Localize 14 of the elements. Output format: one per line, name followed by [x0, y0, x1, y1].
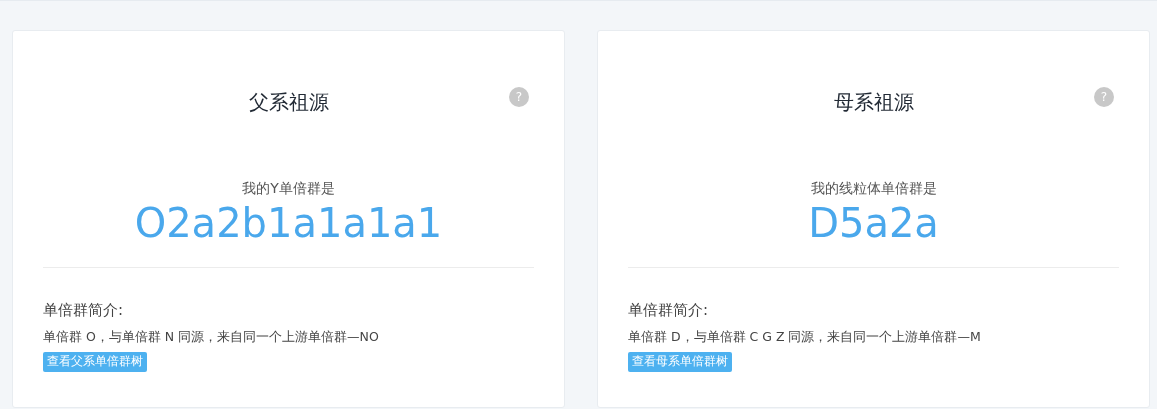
view-tree-button[interactable]: 查看父系单倍群树	[43, 352, 147, 372]
intro-text: 单倍群 D，与单倍群 C G Z 同源，来自同一个上游单倍群—M	[628, 327, 982, 346]
card-title: 母系祖源	[833, 89, 914, 116]
help-icon[interactable]: ?	[509, 87, 529, 107]
card-title: 父系祖源	[248, 89, 329, 116]
help-icon[interactable]: ?	[1094, 87, 1114, 107]
intro-text: 单倍群 O，与单倍群 N 同源，来自同一个上游单倍群—NO	[43, 327, 380, 346]
haplogroup-caption: 我的Y单倍群是	[241, 179, 336, 198]
intro-heading: 单倍群简介:	[628, 300, 710, 321]
haplogroup-name: D5a2a	[807, 201, 940, 245]
intro-heading: 单倍群简介:	[43, 300, 125, 321]
haplogroup-caption: 我的线粒体单倍群是	[809, 179, 938, 198]
haplogroup-name: O2a2b1a1a1a1	[133, 201, 444, 245]
view-tree-button[interactable]: 查看母系单倍群树	[628, 352, 732, 372]
